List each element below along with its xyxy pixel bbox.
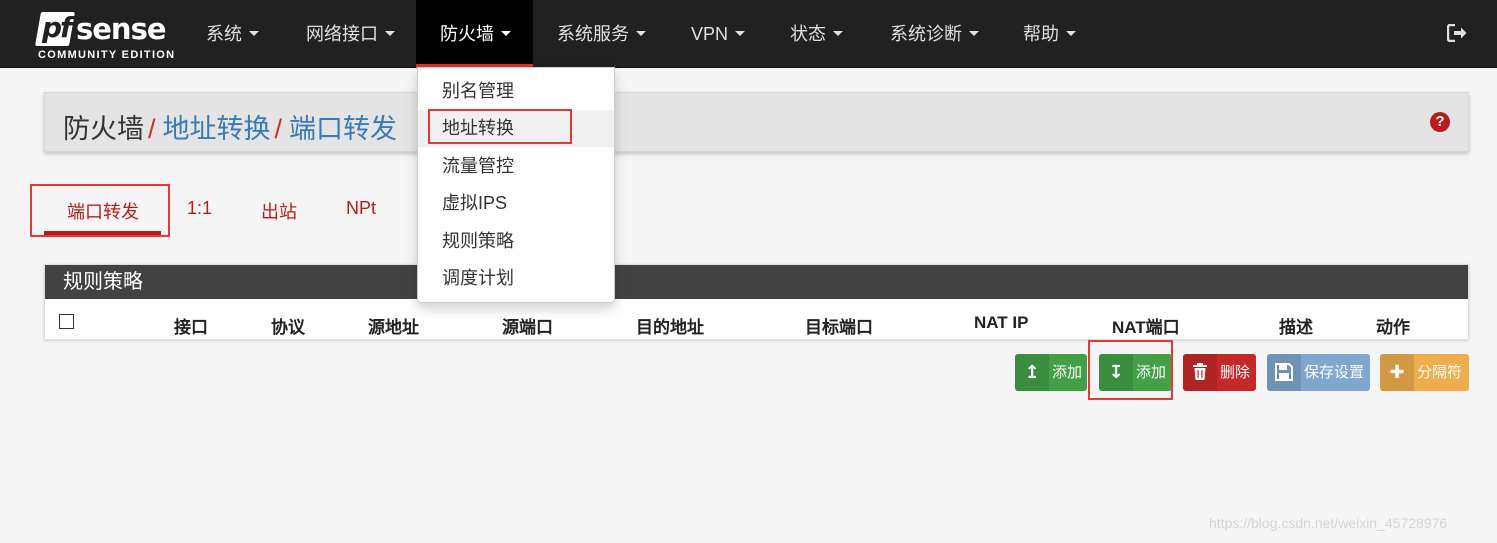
tab-npt[interactable]: NPt	[346, 198, 376, 219]
nav-label: VPN	[691, 24, 729, 44]
add-separator-button[interactable]: ✚ 分隔符	[1380, 354, 1469, 391]
button-label: 分隔符	[1417, 364, 1463, 381]
logo-sense-text: sense	[76, 12, 167, 46]
delete-button[interactable]: 删除	[1183, 354, 1256, 391]
breadcrumb-firewall: 防火墙	[63, 114, 144, 144]
breadcrumb: 防火墙 / 地址转换 / 端口转发	[63, 107, 397, 146]
firewall-dropdown-menu: 别名管理 地址转换 流量管控 虚拟IPS 规则策略 调度计划	[417, 67, 615, 303]
trash-icon	[1183, 354, 1217, 391]
caret-down-icon	[501, 30, 511, 36]
pfsense-logo[interactable]: pf sense COMMUNITY EDITION	[35, 10, 176, 62]
rules-table-panel: 规则策略 接口 协议 源地址 源端口 目的地址 目标端口 NAT IP NAT端…	[44, 264, 1469, 340]
nav-help[interactable]: 帮助	[1007, 0, 1092, 68]
column-header-description: 描述	[1279, 318, 1313, 337]
nav-label: 系统服务	[557, 24, 629, 44]
top-navbar: pf sense COMMUNITY EDITION 系统 网络接口 防火墙 系…	[0, 0, 1497, 68]
nav-system[interactable]: 系统	[190, 0, 275, 68]
column-header-actions: 动作	[1376, 318, 1410, 337]
nav-firewall[interactable]: 防火墙	[416, 0, 533, 68]
arrow-up-icon: ↥	[1015, 354, 1049, 391]
menu-item-schedules[interactable]: 调度计划	[418, 260, 614, 297]
caret-down-icon	[385, 30, 395, 36]
caret-down-icon	[249, 30, 259, 36]
column-header-nat-ip: NAT IP	[974, 313, 1029, 332]
nav-status[interactable]: 状态	[774, 0, 859, 68]
plus-icon: ✚	[1380, 354, 1414, 391]
table-heading: 规则策略	[45, 265, 1468, 299]
tab-one-to-one[interactable]: 1:1	[187, 198, 212, 219]
sign-out-icon[interactable]	[1447, 24, 1467, 42]
caret-down-icon	[735, 30, 746, 36]
button-label: 添加	[1052, 364, 1083, 381]
nav-services[interactable]: 系统服务	[541, 0, 662, 68]
nav-diagnostics[interactable]: 系统诊断	[874, 0, 995, 68]
select-all-checkbox[interactable]	[59, 314, 74, 329]
caret-down-icon	[636, 30, 646, 36]
column-header-destination-address: 目的地址	[636, 318, 704, 337]
menu-item-virtual-ips[interactable]: 虚拟IPS	[418, 185, 614, 222]
column-header-destination-port: 目标端口	[805, 318, 873, 337]
breadcrumb-nat-link[interactable]: 地址转换	[163, 114, 271, 144]
caret-down-icon	[833, 30, 843, 36]
nav-label: 帮助	[1023, 24, 1059, 44]
nav-label: 防火墙	[440, 24, 494, 44]
logo-pf-text: pf	[42, 11, 72, 44]
column-header-source-address: 源地址	[368, 318, 419, 337]
button-label: 删除	[1220, 364, 1251, 381]
menu-item-traffic-shaper[interactable]: 流量管控	[418, 148, 614, 185]
nav-label: 系统	[206, 24, 242, 44]
add-top-button[interactable]: ↥ 添加	[1015, 354, 1087, 391]
annotation-box-nat	[428, 109, 572, 144]
column-header-interface: 接口	[174, 318, 208, 337]
watermark: https://blog.csdn.net/weixin_45728976	[1209, 515, 1448, 531]
column-header-source-port: 源端口	[502, 318, 553, 337]
column-header-nat-port: NAT端口	[1112, 318, 1180, 337]
menu-item-aliases[interactable]: 别名管理	[418, 73, 614, 110]
breadcrumb-port-forward-link[interactable]: 端口转发	[289, 114, 397, 144]
menu-item-rules[interactable]: 规则策略	[418, 223, 614, 260]
save-button[interactable]: 保存设置	[1267, 354, 1370, 391]
save-icon	[1267, 354, 1301, 391]
logo-edition-text: COMMUNITY EDITION	[38, 49, 176, 61]
nav-label: 网络接口	[306, 24, 378, 44]
nav-interfaces[interactable]: 网络接口	[290, 0, 411, 68]
nav-label: 状态	[790, 24, 826, 44]
caret-down-icon	[969, 30, 979, 36]
nav-label: 系统诊断	[890, 24, 962, 44]
breadcrumb-separator: /	[274, 114, 283, 144]
annotation-box-tab	[30, 184, 170, 237]
annotation-box-add	[1088, 340, 1173, 400]
breadcrumb-panel: 防火墙 / 地址转换 / 端口转发 ?	[44, 92, 1469, 152]
column-header-protocol: 协议	[271, 318, 305, 337]
breadcrumb-separator: /	[148, 114, 156, 144]
nav-vpn[interactable]: VPN	[675, 0, 761, 68]
button-label: 保存设置	[1304, 364, 1365, 381]
tab-outbound[interactable]: 出站	[261, 198, 297, 224]
question-circle-icon[interactable]: ?	[1430, 112, 1450, 132]
caret-down-icon	[1066, 30, 1076, 36]
